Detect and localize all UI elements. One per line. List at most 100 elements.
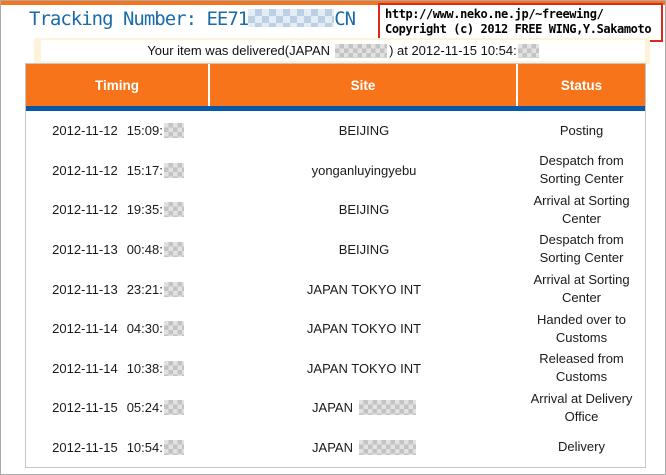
- status-cell: Handed over to Customs: [518, 309, 645, 349]
- timing-date: 2012-11-12: [52, 162, 118, 178]
- site-cell: JAPAN: [210, 388, 518, 428]
- tracking-number-prefix: EE71: [206, 8, 249, 30]
- timing-date: 2012-11-15: [52, 400, 118, 416]
- timing-date: 2012-11-13: [52, 241, 118, 257]
- status-text: Arrival at Delivery Office: [530, 390, 633, 424]
- delivery-message-part1: Your item was delivered(JAPAN: [147, 43, 331, 58]
- timing-cell: 2012-11-14 04:30:: [26, 309, 210, 349]
- timing-seconds-redacted-blur: [163, 281, 184, 297]
- timing-seconds-redacted-blur: [163, 241, 184, 257]
- timing-date: 2012-11-12: [52, 202, 118, 218]
- site-cell: JAPAN: [210, 428, 518, 468]
- site-cell: JAPAN TOKYO INT: [210, 309, 518, 349]
- timing-time: 19:35:: [126, 202, 163, 218]
- timing-seconds-redacted-blur: [163, 202, 184, 218]
- site-cell: BEIJING: [210, 190, 518, 230]
- table-row: 2012-11-12 15:17: yonganluyingyebu Despat…: [26, 151, 645, 191]
- delivery-site-redacted-blur: [335, 43, 388, 58]
- table-row: 2012-11-12 15:09: BEIJING Posting: [26, 111, 645, 151]
- timing-date: 2012-11-12: [52, 123, 118, 139]
- delivery-message-part2: ) at 2012-11-15 10:54:: [389, 43, 517, 58]
- timing-seconds-redacted-blur: [163, 400, 184, 416]
- column-header-status: Status: [560, 77, 603, 93]
- table-header-row: Timing Site Status: [26, 64, 645, 106]
- status-text: Arrival at Sorting Center: [533, 192, 630, 226]
- timing-cell: 2012-11-15 05:24:: [26, 388, 210, 428]
- status-text: Despatch from Sorting Center: [539, 153, 624, 187]
- timing-date: 2012-11-13: [52, 281, 118, 297]
- copyright-url-link[interactable]: http://www.neko.ne.jp/~freewing/: [385, 7, 656, 22]
- status-cell: Delivery: [518, 428, 645, 468]
- timing-seconds-redacted-blur: [163, 321, 184, 337]
- table-row: 2012-11-15 10:54: JAPAN Delivery: [26, 428, 645, 468]
- status-cell: Posting: [518, 111, 645, 151]
- table-row: 2012-11-15 05:24: JAPAN Arrival at Delive…: [26, 388, 645, 428]
- copyright-box: http://www.neko.ne.jp/~freewing/ Copyrig…: [378, 3, 663, 42]
- timing-time: 00:48:: [126, 241, 163, 257]
- delivery-seconds-redacted-blur: [517, 43, 539, 58]
- status-cell: Despatch from Sorting Center: [518, 230, 645, 270]
- status-cell: Arrival at Sorting Center: [518, 190, 645, 230]
- status-cell: Released from Customs: [518, 348, 645, 388]
- timing-time: 15:17:: [126, 162, 163, 178]
- site-redacted-blur: [358, 400, 416, 416]
- site-name: JAPAN TOKYO INT: [306, 360, 422, 376]
- timing-cell: 2012-11-12 15:09:: [26, 111, 210, 151]
- timing-cell: 2012-11-13 00:48:: [26, 230, 210, 270]
- tracking-number-label: Tracking Number:: [29, 8, 207, 30]
- timing-time: 23:21:: [126, 281, 163, 297]
- table-row: 2012-11-14 10:38: JAPAN TOKYO INT Release…: [26, 348, 645, 388]
- table-row: 2012-11-13 00:48: BEIJING Despatch from S…: [26, 230, 645, 270]
- status-text: Arrival at Sorting Center: [533, 272, 630, 306]
- site-name: JAPAN: [312, 439, 353, 455]
- timing-time: 05:24:: [126, 400, 163, 416]
- table-row: 2012-11-14 04:30: JAPAN TOKYO INT Handed …: [26, 309, 645, 349]
- page-title: Tracking Number: EE71 CN: [29, 8, 356, 30]
- site-name: BEIJING: [338, 123, 390, 139]
- timing-time: 10:54:: [126, 439, 163, 455]
- status-cell: Arrival at Delivery Office: [518, 388, 645, 428]
- status-text: Released from Customs: [539, 351, 624, 385]
- timing-time: 04:30:: [126, 321, 163, 337]
- timing-seconds-redacted-blur: [163, 123, 184, 139]
- status-text: Delivery: [558, 439, 605, 455]
- site-name: yonganluyingyebu: [311, 162, 417, 178]
- site-name: JAPAN TOKYO INT: [306, 321, 422, 337]
- status-text: Handed over to Customs: [537, 311, 626, 345]
- site-name: JAPAN: [312, 400, 353, 416]
- site-cell: yonganluyingyebu: [210, 151, 518, 191]
- site-name: BEIJING: [338, 202, 390, 218]
- status-cell: Arrival at Sorting Center: [518, 269, 645, 309]
- timing-cell: 2012-11-15 10:54:: [26, 428, 210, 468]
- timing-time: 10:38:: [126, 360, 163, 376]
- timing-seconds-redacted-blur: [163, 162, 184, 178]
- timing-cell: 2012-11-12 19:35:: [26, 190, 210, 230]
- site-name: JAPAN TOKYO INT: [306, 281, 422, 297]
- tracking-table: Timing Site Status 2012-11-12 15:09: BEIJ…: [25, 63, 646, 468]
- table-body: 2012-11-12 15:09: BEIJING Posting 2012-11…: [26, 111, 645, 467]
- column-header-site: Site: [210, 64, 518, 106]
- table-row: 2012-11-13 23:21: JAPAN TOKYO INT Arrival…: [26, 269, 645, 309]
- timing-time: 15:09:: [126, 123, 163, 139]
- timing-date: 2012-11-15: [52, 439, 118, 455]
- site-cell: JAPAN TOKYO INT: [210, 269, 518, 309]
- table-row: 2012-11-12 19:35: BEIJING Arrival at Sort…: [26, 190, 645, 230]
- timing-cell: 2012-11-12 15:17:: [26, 151, 210, 191]
- timing-date: 2012-11-14: [52, 321, 118, 337]
- status-text: Posting: [559, 122, 604, 138]
- timing-cell: 2012-11-13 23:21:: [26, 269, 210, 309]
- timing-seconds-redacted-blur: [163, 439, 184, 455]
- site-name: BEIJING: [338, 241, 390, 257]
- delivery-message: Your item was delivered(JAPAN ) at 2012-…: [41, 40, 645, 61]
- delivery-message-band: Your item was delivered(JAPAN ) at 2012-…: [34, 38, 650, 64]
- site-redacted-blur: [358, 439, 416, 455]
- status-cell: Despatch from Sorting Center: [518, 151, 645, 191]
- status-text: Despatch from Sorting Center: [539, 232, 624, 266]
- tracking-number-redacted-blur: [248, 9, 335, 27]
- timing-date: 2012-11-14: [52, 360, 118, 376]
- column-header-timing: Timing: [26, 64, 210, 106]
- site-cell: BEIJING: [210, 230, 518, 270]
- timing-seconds-redacted-blur: [163, 360, 184, 376]
- tracking-number-suffix: CN: [334, 8, 356, 30]
- tracking-page: Tracking Number: EE71 CN http://www.neko.…: [0, 0, 666, 475]
